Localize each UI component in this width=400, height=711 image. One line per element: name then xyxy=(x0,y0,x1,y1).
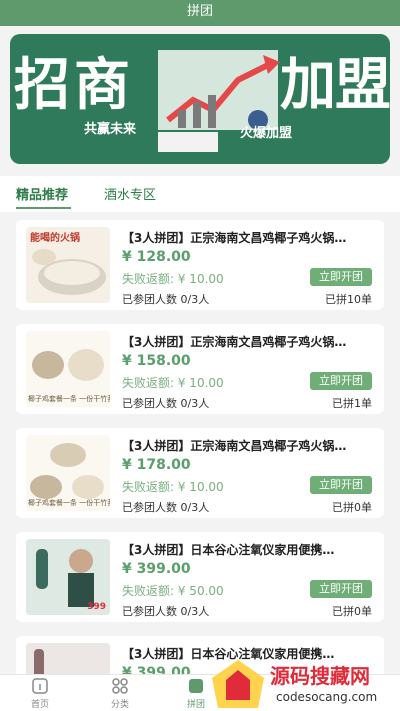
product-card[interactable]: 椰子鸡套餐一条 一份干竹荪 【3人拼团】正宗海南文昌鸡椰子鸡火锅… ¥ 158.… xyxy=(16,324,384,414)
refund-amount: 失败返额: ¥ 10.00 xyxy=(122,376,224,390)
nav-home[interactable]: 首页 xyxy=(20,677,60,710)
refund-amount: 失败返额: ¥ 50.00 xyxy=(122,584,224,598)
tab-drinks[interactable]: 酒水专区 xyxy=(104,184,156,203)
product-thumbnail[interactable]: 椰子鸡套餐一条 一份干竹荪 xyxy=(26,331,110,407)
category-icon xyxy=(112,678,128,694)
product-thumbnail[interactable]: 399 xyxy=(26,539,110,615)
home-icon xyxy=(32,678,48,694)
group-sold-count: 已拼1单 xyxy=(332,397,372,410)
joined-count: 已参团人数 0/3人 xyxy=(122,605,210,618)
product-thumbnail[interactable]: 椰子鸡套餐一条 一份干竹荪 xyxy=(26,435,110,511)
product-card[interactable]: 椰子鸡套餐一条 一份干竹荪 【3人拼团】正宗海南文昌鸡椰子鸡火锅… ¥ 178.… xyxy=(16,428,384,518)
group-sold-count: 已拼10单 xyxy=(325,293,372,306)
banner-char-2: 商 xyxy=(74,53,130,118)
banner-right-subtitle: 火爆加盟 xyxy=(240,126,293,141)
product-card[interactable]: 能喝的火锅 【3人拼团】正宗海南文昌鸡椰子鸡火锅… ¥ 128.00 失败返额:… xyxy=(16,220,384,310)
refund-amount: 失败返额: ¥ 10.00 xyxy=(122,480,224,494)
nav-category[interactable]: 分类 xyxy=(100,677,140,710)
product-title: 【3人拼团】正宗海南文昌鸡椰子鸡火锅… xyxy=(122,335,347,349)
watermark-url: codesocang.com xyxy=(276,690,378,704)
product-title: 【3人拼团】日本谷心注氧仪家用便携… xyxy=(122,543,335,557)
banner-left-subtitle: 共赢未来 xyxy=(84,122,137,137)
product-price: ¥ 178.00 xyxy=(122,457,191,473)
category-tabs: 精品推荐 酒水专区 xyxy=(0,176,400,212)
watermark-text: 源码搜藏网 xyxy=(270,664,370,688)
thumbnail-caption: 能喝的火锅 xyxy=(30,233,80,244)
product-card[interactable]: 399 【3人拼团】日本谷心注氧仪家用便携… ¥ 399.00 失败返额: ¥ … xyxy=(16,532,384,622)
promo-banner[interactable]: 招 商 加 盟 共赢未来 火爆加盟 xyxy=(10,34,390,164)
thumbnail-caption: 椰子鸡套餐一条 一份干竹荪 xyxy=(28,499,110,507)
watermark: 源码搜藏网 codesocang.com xyxy=(206,656,400,711)
product-price: ¥ 158.00 xyxy=(122,353,191,369)
refund-amount: 失败返额: ¥ 10.00 xyxy=(122,272,224,286)
product-price: ¥ 399.00 xyxy=(122,561,191,577)
thumbnail-caption: 椰子鸡套餐一条 一份干竹荪 xyxy=(28,395,110,403)
start-group-button[interactable]: 立即开团 xyxy=(310,372,372,390)
banner-char-3: 加 xyxy=(280,53,336,118)
start-group-button[interactable]: 立即开团 xyxy=(310,476,372,494)
joined-count: 已参团人数 0/3人 xyxy=(122,293,210,306)
active-tab-indicator xyxy=(16,207,71,209)
product-title: 【3人拼团】正宗海南文昌鸡椰子鸡火锅… xyxy=(122,439,347,453)
product-price: ¥ 128.00 xyxy=(122,249,191,265)
watermark-logo-icon xyxy=(212,660,264,708)
joined-count: 已参团人数 0/3人 xyxy=(122,397,210,410)
start-group-button[interactable]: 立即开团 xyxy=(310,268,372,286)
tab-featured[interactable]: 精品推荐 xyxy=(16,184,68,203)
thumbnail-caption: 399 xyxy=(87,602,106,612)
product-thumbnail[interactable]: 能喝的火锅 xyxy=(26,227,110,303)
banner-char-1: 招 xyxy=(14,53,70,118)
group-buy-icon xyxy=(189,679,203,693)
joined-count: 已参团人数 0/3人 xyxy=(122,501,210,514)
page-title: 拼团 xyxy=(0,0,400,26)
nav-home-label: 首页 xyxy=(30,700,49,710)
nav-category-label: 分类 xyxy=(110,700,129,710)
product-title: 【3人拼团】正宗海南文昌鸡椰子鸡火锅… xyxy=(122,231,347,245)
group-sold-count: 已拼0单 xyxy=(332,501,372,514)
start-group-button[interactable]: 立即开团 xyxy=(310,580,372,598)
group-sold-count: 已拼0单 xyxy=(332,605,372,618)
banner-char-4: 盟 xyxy=(335,53,390,118)
banner-illustration xyxy=(158,50,280,152)
